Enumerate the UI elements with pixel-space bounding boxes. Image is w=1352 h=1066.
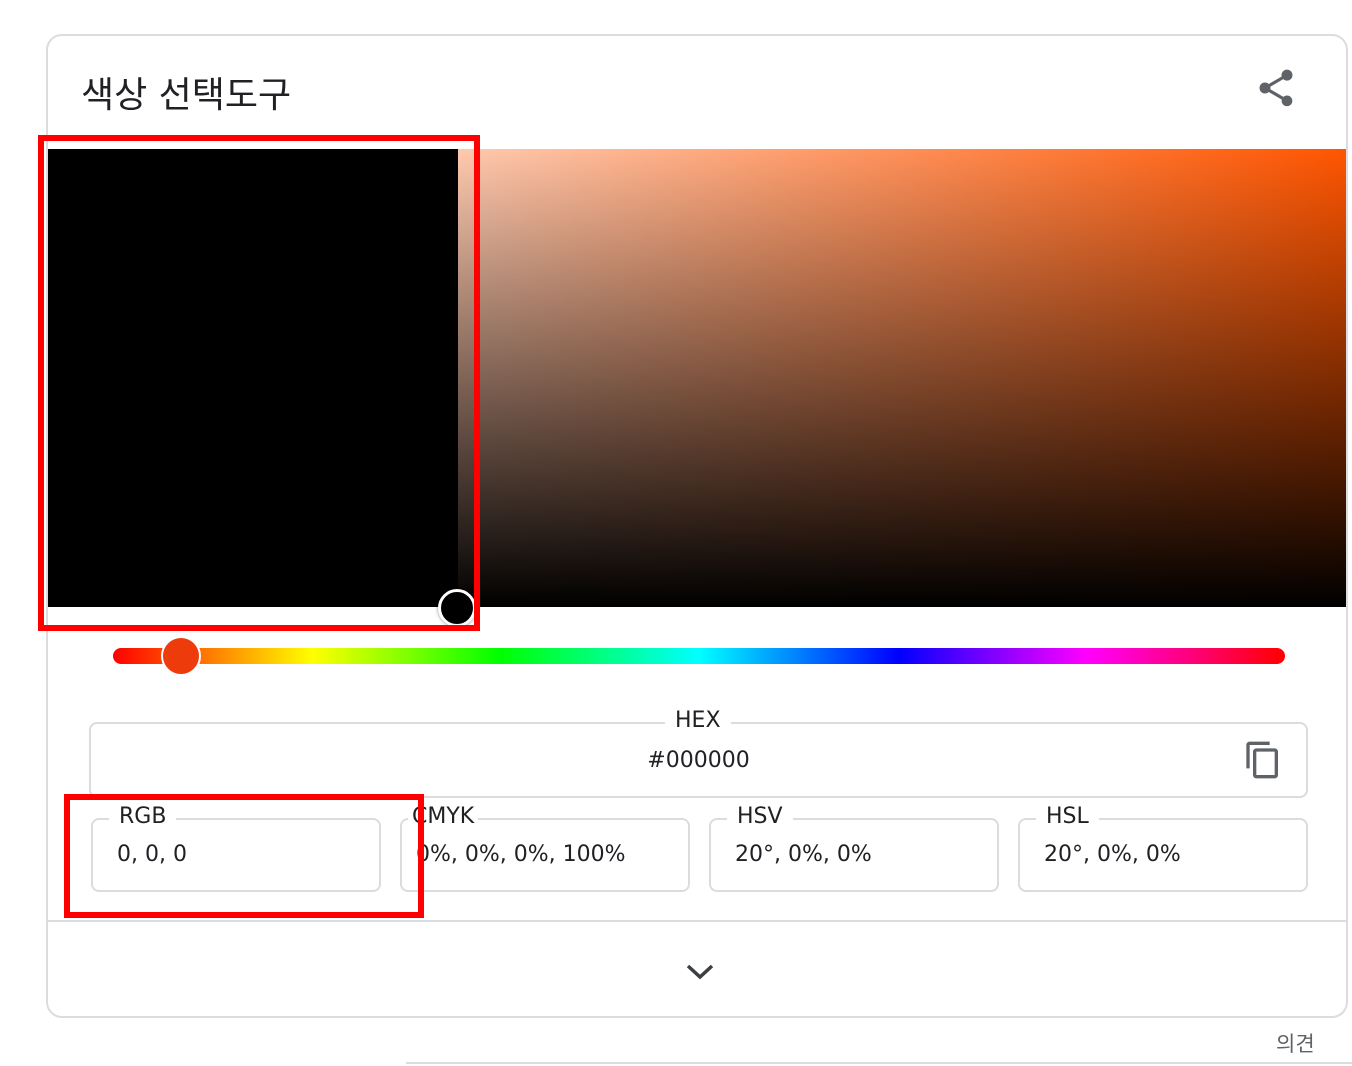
hsl-label: HSL [1036, 804, 1099, 829]
cmyk-value[interactable]: 0%, 0%, 0%, 100% [416, 842, 626, 867]
hex-value[interactable]: #000000 [91, 748, 1306, 773]
copy-icon[interactable] [1243, 740, 1283, 780]
color-selector-handle[interactable] [438, 589, 476, 627]
share-icon[interactable] [1254, 66, 1298, 110]
selected-color-preview [48, 149, 458, 607]
hsv-value[interactable]: 20°, 0%, 0% [735, 842, 872, 867]
hex-label: HEX [665, 708, 731, 733]
color-picker-card: 색상 선택도구 HEX #000000 RGB 0, 0, 0 CMYK 0%,… [46, 34, 1348, 1018]
feedback-link[interactable]: 의견 [1276, 1028, 1315, 1058]
rgb-value[interactable]: 0, 0, 0 [117, 842, 187, 867]
hex-field[interactable]: HEX #000000 [89, 708, 1308, 798]
chevron-down-icon[interactable] [680, 954, 720, 988]
hsl-field[interactable]: HSL 20°, 0%, 0% [1018, 804, 1308, 892]
cmyk-field[interactable]: CMYK 0%, 0%, 0%, 100% [400, 804, 690, 892]
hsv-field[interactable]: HSV 20°, 0%, 0% [709, 804, 999, 892]
hsv-label: HSV [727, 804, 793, 829]
hue-slider-thumb[interactable] [161, 636, 201, 676]
hue-slider[interactable] [113, 648, 1285, 664]
feedback-divider [406, 1062, 1352, 1064]
hsl-value[interactable]: 20°, 0%, 0% [1044, 842, 1181, 867]
cmyk-label: CMYK [408, 804, 479, 829]
rgb-label: RGB [109, 804, 177, 829]
page-title: 색상 선택도구 [81, 75, 292, 116]
rgb-field[interactable]: RGB 0, 0, 0 [91, 804, 381, 892]
divider [48, 920, 1346, 922]
